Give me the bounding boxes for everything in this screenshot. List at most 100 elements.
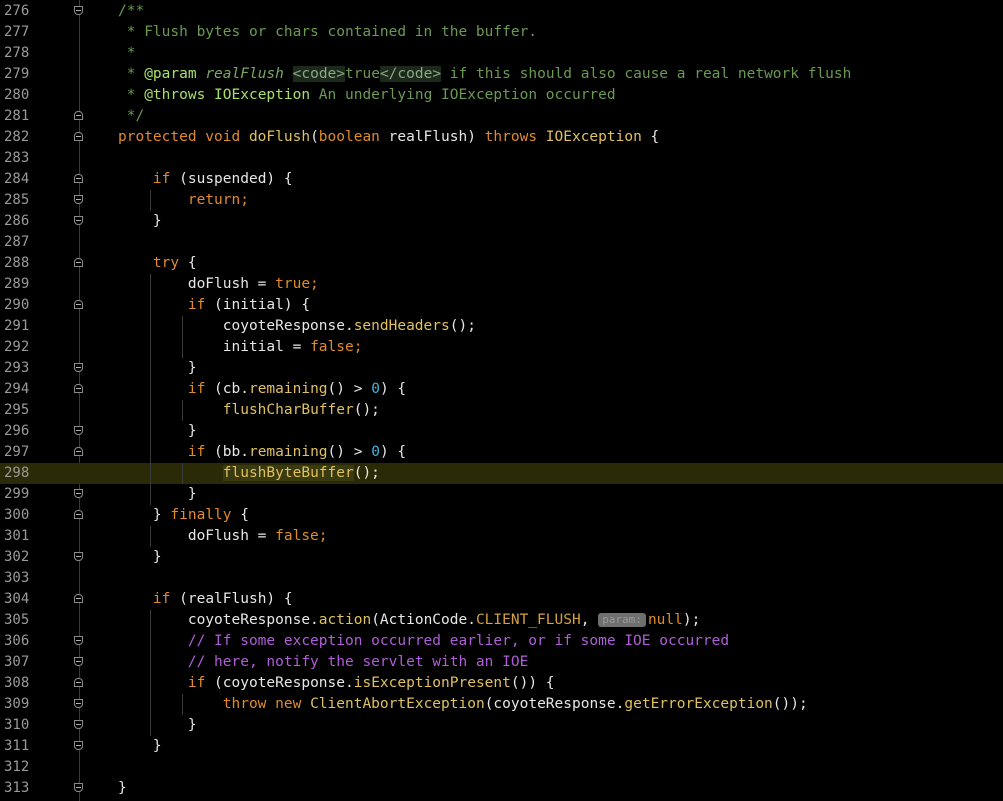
code-text[interactable]: return; — [118, 190, 249, 211]
line-number[interactable]: 278 — [4, 43, 44, 64]
fold-toggle-icon[interactable] — [74, 594, 83, 603]
code-text[interactable]: // here, notify the servlet with an IOE — [118, 652, 528, 673]
fold-toggle-icon[interactable] — [74, 678, 83, 687]
code-line[interactable]: 277 * Flush bytes or chars contained in … — [0, 22, 1003, 43]
code-line[interactable]: 312 — [0, 757, 1003, 778]
code-line[interactable]: 287 — [0, 232, 1003, 253]
line-number[interactable]: 305 — [4, 610, 44, 631]
code-line[interactable]: 305 coyoteResponse.action(ActionCode.CLI… — [0, 610, 1003, 631]
code-line[interactable]: 310 } — [0, 715, 1003, 736]
code-line[interactable]: 288 try { — [0, 253, 1003, 274]
code-line[interactable]: 311 } — [0, 736, 1003, 757]
code-text[interactable]: doFlush = false; — [118, 526, 328, 547]
line-number[interactable]: 309 — [4, 694, 44, 715]
line-number[interactable]: 310 — [4, 715, 44, 736]
line-number[interactable]: 297 — [4, 442, 44, 463]
code-line[interactable]: 302 } — [0, 547, 1003, 568]
code-line[interactable]: 282 protected void doFlush(boolean realFl… — [0, 127, 1003, 148]
code-text[interactable]: coyoteResponse.sendHeaders(); — [118, 316, 476, 337]
code-line[interactable]: 279 * @param realFlush <code>true</code>… — [0, 64, 1003, 85]
line-number[interactable]: 280 — [4, 85, 44, 106]
fold-toggle-icon[interactable] — [74, 636, 83, 645]
line-number[interactable]: 299 — [4, 484, 44, 505]
line-number[interactable]: 311 — [4, 736, 44, 757]
line-number[interactable]: 308 — [4, 673, 44, 694]
code-text[interactable]: * Flush bytes or chars contained in the … — [118, 22, 537, 43]
code-line[interactable]: 309 throw new ClientAbortException(coyot… — [0, 694, 1003, 715]
code-text[interactable]: flushCharBuffer(); — [118, 400, 380, 421]
line-number[interactable]: 313 — [4, 778, 44, 799]
fold-toggle-icon[interactable] — [74, 300, 83, 309]
code-text[interactable]: protected void doFlush(boolean realFlush… — [118, 127, 659, 148]
line-number[interactable]: 312 — [4, 757, 44, 778]
code-line[interactable]: 301 doFlush = false; — [0, 526, 1003, 547]
code-line[interactable]: 290 if (initial) { — [0, 295, 1003, 316]
code-line[interactable]: 298 flushByteBuffer(); — [0, 463, 1003, 484]
code-text[interactable]: } — [118, 421, 197, 442]
code-line[interactable]: 297 if (bb.remaining() > 0) { — [0, 442, 1003, 463]
code-line[interactable]: 294 if (cb.remaining() > 0) { — [0, 379, 1003, 400]
line-number[interactable]: 277 — [4, 22, 44, 43]
line-number[interactable]: 300 — [4, 505, 44, 526]
fold-toggle-icon[interactable] — [74, 699, 83, 708]
code-text[interactable]: if (coyoteResponse.isExceptionPresent())… — [118, 673, 555, 694]
line-number[interactable]: 281 — [4, 106, 44, 127]
code-line[interactable]: 289 doFlush = true; — [0, 274, 1003, 295]
fold-toggle-icon[interactable] — [74, 510, 83, 519]
code-line[interactable]: 278 * — [0, 43, 1003, 64]
code-line[interactable]: 286 } — [0, 211, 1003, 232]
code-line[interactable]: 295 flushCharBuffer(); — [0, 400, 1003, 421]
line-number[interactable]: 292 — [4, 337, 44, 358]
code-text[interactable]: } — [118, 547, 162, 568]
line-number[interactable]: 303 — [4, 568, 44, 589]
fold-toggle-icon[interactable] — [74, 258, 83, 267]
code-text[interactable]: if (bb.remaining() > 0) { — [118, 442, 406, 463]
line-number[interactable]: 302 — [4, 547, 44, 568]
line-number[interactable]: 290 — [4, 295, 44, 316]
code-line[interactable]: 291 coyoteResponse.sendHeaders(); — [0, 316, 1003, 337]
fold-toggle-icon[interactable] — [74, 195, 83, 204]
code-text[interactable]: if (initial) { — [118, 295, 310, 316]
code-line[interactable]: 296 } — [0, 421, 1003, 442]
code-editor[interactable]: 276 /** 277 * Flush bytes or chars contain… — [0, 0, 1003, 801]
fold-toggle-icon[interactable] — [74, 657, 83, 666]
code-line[interactable]: 307 // here, notify the servlet with an … — [0, 652, 1003, 673]
code-line[interactable]: 300 } finally { — [0, 505, 1003, 526]
fold-toggle-icon[interactable] — [74, 552, 83, 561]
code-text[interactable]: initial = false; — [118, 337, 363, 358]
code-text[interactable]: } — [118, 778, 127, 799]
code-text[interactable]: } — [118, 715, 197, 736]
line-number[interactable]: 287 — [4, 232, 44, 253]
fold-toggle-icon[interactable] — [74, 783, 83, 792]
line-number[interactable]: 279 — [4, 64, 44, 85]
line-number[interactable]: 276 — [4, 1, 44, 22]
code-text[interactable]: } — [118, 211, 162, 232]
code-line[interactable]: 299 } — [0, 484, 1003, 505]
code-line[interactable]: 281 */ — [0, 106, 1003, 127]
code-line[interactable]: 306 // If some exception occurred earlie… — [0, 631, 1003, 652]
line-number[interactable]: 284 — [4, 169, 44, 190]
code-line[interactable]: 280 * @throws IOException An underlying … — [0, 85, 1003, 106]
code-text[interactable]: * — [118, 43, 136, 64]
fold-toggle-icon[interactable] — [74, 132, 83, 141]
code-text[interactable]: throw new ClientAbortException(coyoteRes… — [118, 694, 808, 715]
fold-toggle-icon[interactable] — [74, 384, 83, 393]
fold-toggle-icon[interactable] — [74, 720, 83, 729]
code-text[interactable]: doFlush = true; — [118, 274, 319, 295]
line-number[interactable]: 291 — [4, 316, 44, 337]
line-number[interactable]: 283 — [4, 148, 44, 169]
fold-toggle-icon[interactable] — [74, 6, 83, 15]
line-number[interactable]: 293 — [4, 358, 44, 379]
line-number[interactable]: 285 — [4, 190, 44, 211]
code-line[interactable]: 308 if (coyoteResponse.isExceptionPresen… — [0, 673, 1003, 694]
line-number[interactable]: 306 — [4, 631, 44, 652]
code-line[interactable]: 304 if (realFlush) { — [0, 589, 1003, 610]
code-text[interactable]: coyoteResponse.action(ActionCode.CLIENT_… — [118, 610, 701, 631]
code-text[interactable]: * @param realFlush <code>true</code> if … — [118, 64, 851, 85]
line-number[interactable]: 289 — [4, 274, 44, 295]
code-text[interactable]: // If some exception occurred earlier, o… — [118, 631, 729, 652]
line-number[interactable]: 296 — [4, 421, 44, 442]
line-number[interactable]: 286 — [4, 211, 44, 232]
line-number[interactable]: 301 — [4, 526, 44, 547]
code-line[interactable]: 283 — [0, 148, 1003, 169]
